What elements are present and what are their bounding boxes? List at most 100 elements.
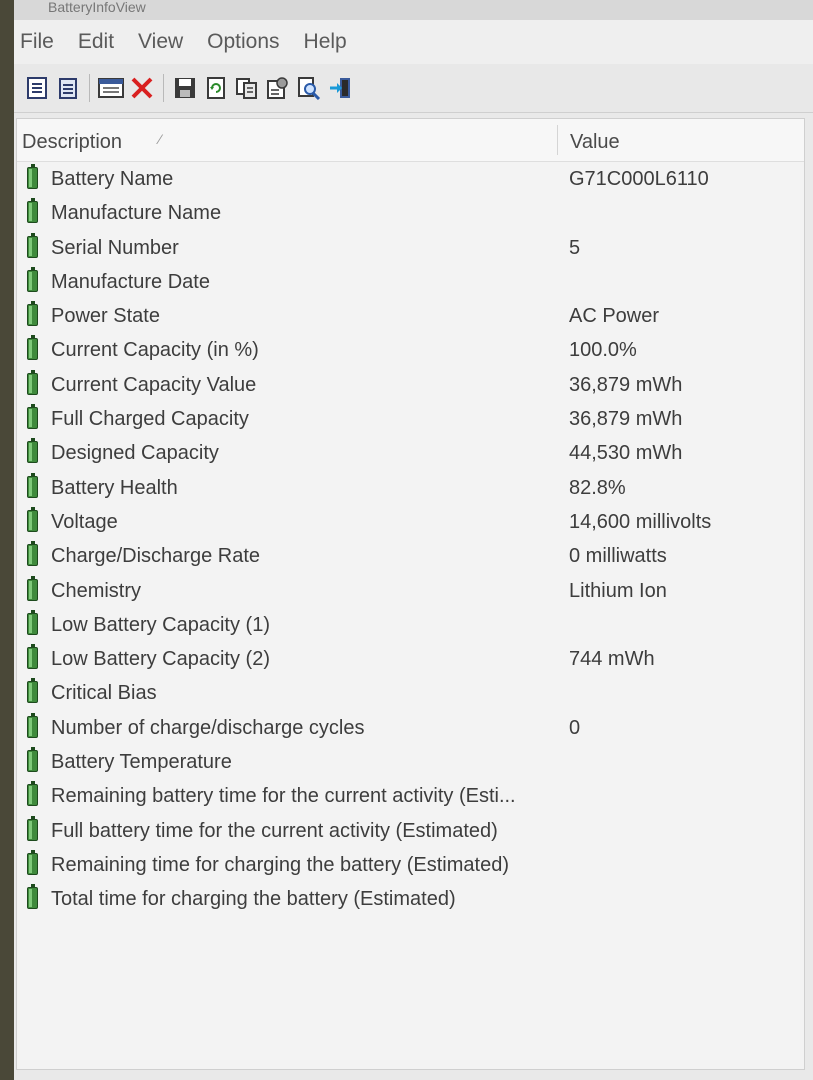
options-button[interactable] xyxy=(265,74,291,102)
row-description: Current Capacity (in %) xyxy=(51,339,259,362)
row-value: 0 milliwatts xyxy=(569,545,667,568)
copy-button[interactable] xyxy=(55,74,81,102)
battery-icon xyxy=(27,335,38,361)
background-window-edge xyxy=(0,0,14,1080)
list-row[interactable]: Low Battery Capacity (1) xyxy=(17,608,804,642)
list-row[interactable]: Charge/Discharge Rate 0 milliwatts xyxy=(17,539,804,573)
copy-text-icon xyxy=(236,78,257,99)
column-divider[interactable] xyxy=(557,125,558,155)
battery-info-list[interactable]: Description ⁄ Value Battery Name G71C000L… xyxy=(16,118,805,1070)
row-description: Low Battery Capacity (2) xyxy=(51,648,270,671)
row-value: 36,879 mWh xyxy=(569,408,683,431)
list-row[interactable]: Remaining time for charging the battery … xyxy=(17,848,804,882)
battery-icon xyxy=(27,849,38,875)
delete-button[interactable] xyxy=(129,74,155,102)
save-button[interactable] xyxy=(172,74,198,102)
window-title: BatteryInfoView xyxy=(48,0,146,15)
menu-bar: File Edit View Options Help xyxy=(14,20,813,64)
list-header: Description ⁄ Value xyxy=(17,119,804,162)
battery-icon xyxy=(27,472,38,498)
row-description: Chemistry xyxy=(51,579,142,602)
row-description: Low Battery Capacity (1) xyxy=(51,613,270,636)
html-report-button[interactable] xyxy=(98,74,124,102)
battery-icon xyxy=(27,575,38,601)
find-icon xyxy=(298,77,321,100)
row-value: 82.8% xyxy=(569,476,626,499)
battery-icon xyxy=(27,266,38,292)
battery-icon xyxy=(27,781,38,807)
list-rows: Battery Name G71C000L6110 Manufacture Name… xyxy=(17,162,804,917)
row-description: Current Capacity Value xyxy=(51,373,257,396)
battery-icon xyxy=(27,712,38,738)
row-description: Voltage xyxy=(51,510,118,533)
list-row[interactable]: Manufacture Date xyxy=(17,265,804,299)
row-description: Total time for charging the battery (Est… xyxy=(51,888,456,911)
list-row[interactable]: Voltage 14,600 millivolts xyxy=(17,505,804,539)
list-row[interactable]: Number of charge/discharge cycles 0 xyxy=(17,711,804,745)
row-description: Critical Bias xyxy=(51,682,157,705)
list-row[interactable]: Current Capacity Value 36,879 mWh xyxy=(17,368,804,402)
list-row[interactable]: Battery Health 82.8% xyxy=(17,471,804,505)
row-description: Number of charge/discharge cycles xyxy=(51,716,365,739)
row-description: Battery Temperature xyxy=(51,751,232,774)
properties-button[interactable] xyxy=(24,74,50,102)
exit-button[interactable] xyxy=(327,74,353,102)
row-description: Battery Health xyxy=(51,476,178,499)
menu-edit[interactable]: Edit xyxy=(78,30,114,54)
menu-options[interactable]: Options xyxy=(207,30,279,54)
list-row[interactable]: Critical Bias xyxy=(17,676,804,710)
toolbar-separator xyxy=(163,74,164,102)
list-row[interactable]: Low Battery Capacity (2) 744 mWh xyxy=(17,642,804,676)
list-row[interactable]: Current Capacity (in %) 100.0% xyxy=(17,333,804,367)
row-value: 744 mWh xyxy=(569,648,655,671)
battery-icon xyxy=(27,815,38,841)
list-row[interactable]: Power State AC Power xyxy=(17,299,804,333)
list-row[interactable]: Battery Name G71C000L6110 xyxy=(17,162,804,196)
row-value: Lithium Ion xyxy=(569,579,667,602)
row-value: 44,530 mWh xyxy=(569,442,683,465)
list-row[interactable]: Designed Capacity 44,530 mWh xyxy=(17,436,804,470)
list-row[interactable]: Remaining battery time for the current a… xyxy=(17,779,804,813)
row-description: Manufacture Date xyxy=(51,270,210,293)
refresh-button[interactable] xyxy=(203,74,229,102)
battery-icon xyxy=(27,198,38,224)
row-value: 0 xyxy=(569,716,581,739)
row-value: AC Power xyxy=(569,305,660,328)
menu-file[interactable]: File xyxy=(20,30,54,54)
menu-view[interactable]: View xyxy=(138,30,183,54)
list-row[interactable]: Battery Temperature xyxy=(17,745,804,779)
battery-icon xyxy=(27,404,38,430)
title-bar: BatteryInfoView xyxy=(14,0,813,20)
menu-help[interactable]: Help xyxy=(304,30,347,54)
battery-icon xyxy=(27,541,38,567)
row-description: Full Charged Capacity xyxy=(51,408,249,431)
column-header-description[interactable]: Description xyxy=(22,131,122,154)
row-description: Remaining time for charging the battery … xyxy=(51,853,509,876)
column-header-value[interactable]: Value xyxy=(570,131,620,154)
battery-icon xyxy=(27,644,38,670)
list-row[interactable]: Serial Number 5 xyxy=(17,231,804,265)
list-row[interactable]: Full Charged Capacity 36,879 mWh xyxy=(17,402,804,436)
list-row[interactable]: Total time for charging the battery (Est… xyxy=(17,882,804,916)
row-description: Power State xyxy=(51,305,160,328)
battery-icon xyxy=(27,506,38,532)
toolbar-separator xyxy=(89,74,90,102)
list-row[interactable]: Full battery time for the current activi… xyxy=(17,814,804,848)
battery-icon xyxy=(27,438,38,464)
options-icon xyxy=(267,77,288,99)
battery-icon xyxy=(27,232,38,258)
sort-indicator-icon: ⁄ xyxy=(159,131,162,147)
row-value: 5 xyxy=(569,236,581,259)
list-row[interactable]: Manufacture Name xyxy=(17,196,804,230)
copy-icon xyxy=(59,78,77,99)
row-description: Full battery time for the current activi… xyxy=(51,819,498,842)
row-description: Remaining battery time for the current a… xyxy=(51,785,516,808)
battery-icon xyxy=(27,678,38,704)
row-value: 100.0% xyxy=(569,339,637,362)
row-value: 36,879 mWh xyxy=(569,373,683,396)
row-value: 14,600 millivolts xyxy=(569,510,712,533)
refresh-icon xyxy=(207,77,225,99)
copy-text-button[interactable] xyxy=(234,74,260,102)
list-row[interactable]: Chemistry Lithium Ion xyxy=(17,574,804,608)
find-button[interactable] xyxy=(296,74,322,102)
